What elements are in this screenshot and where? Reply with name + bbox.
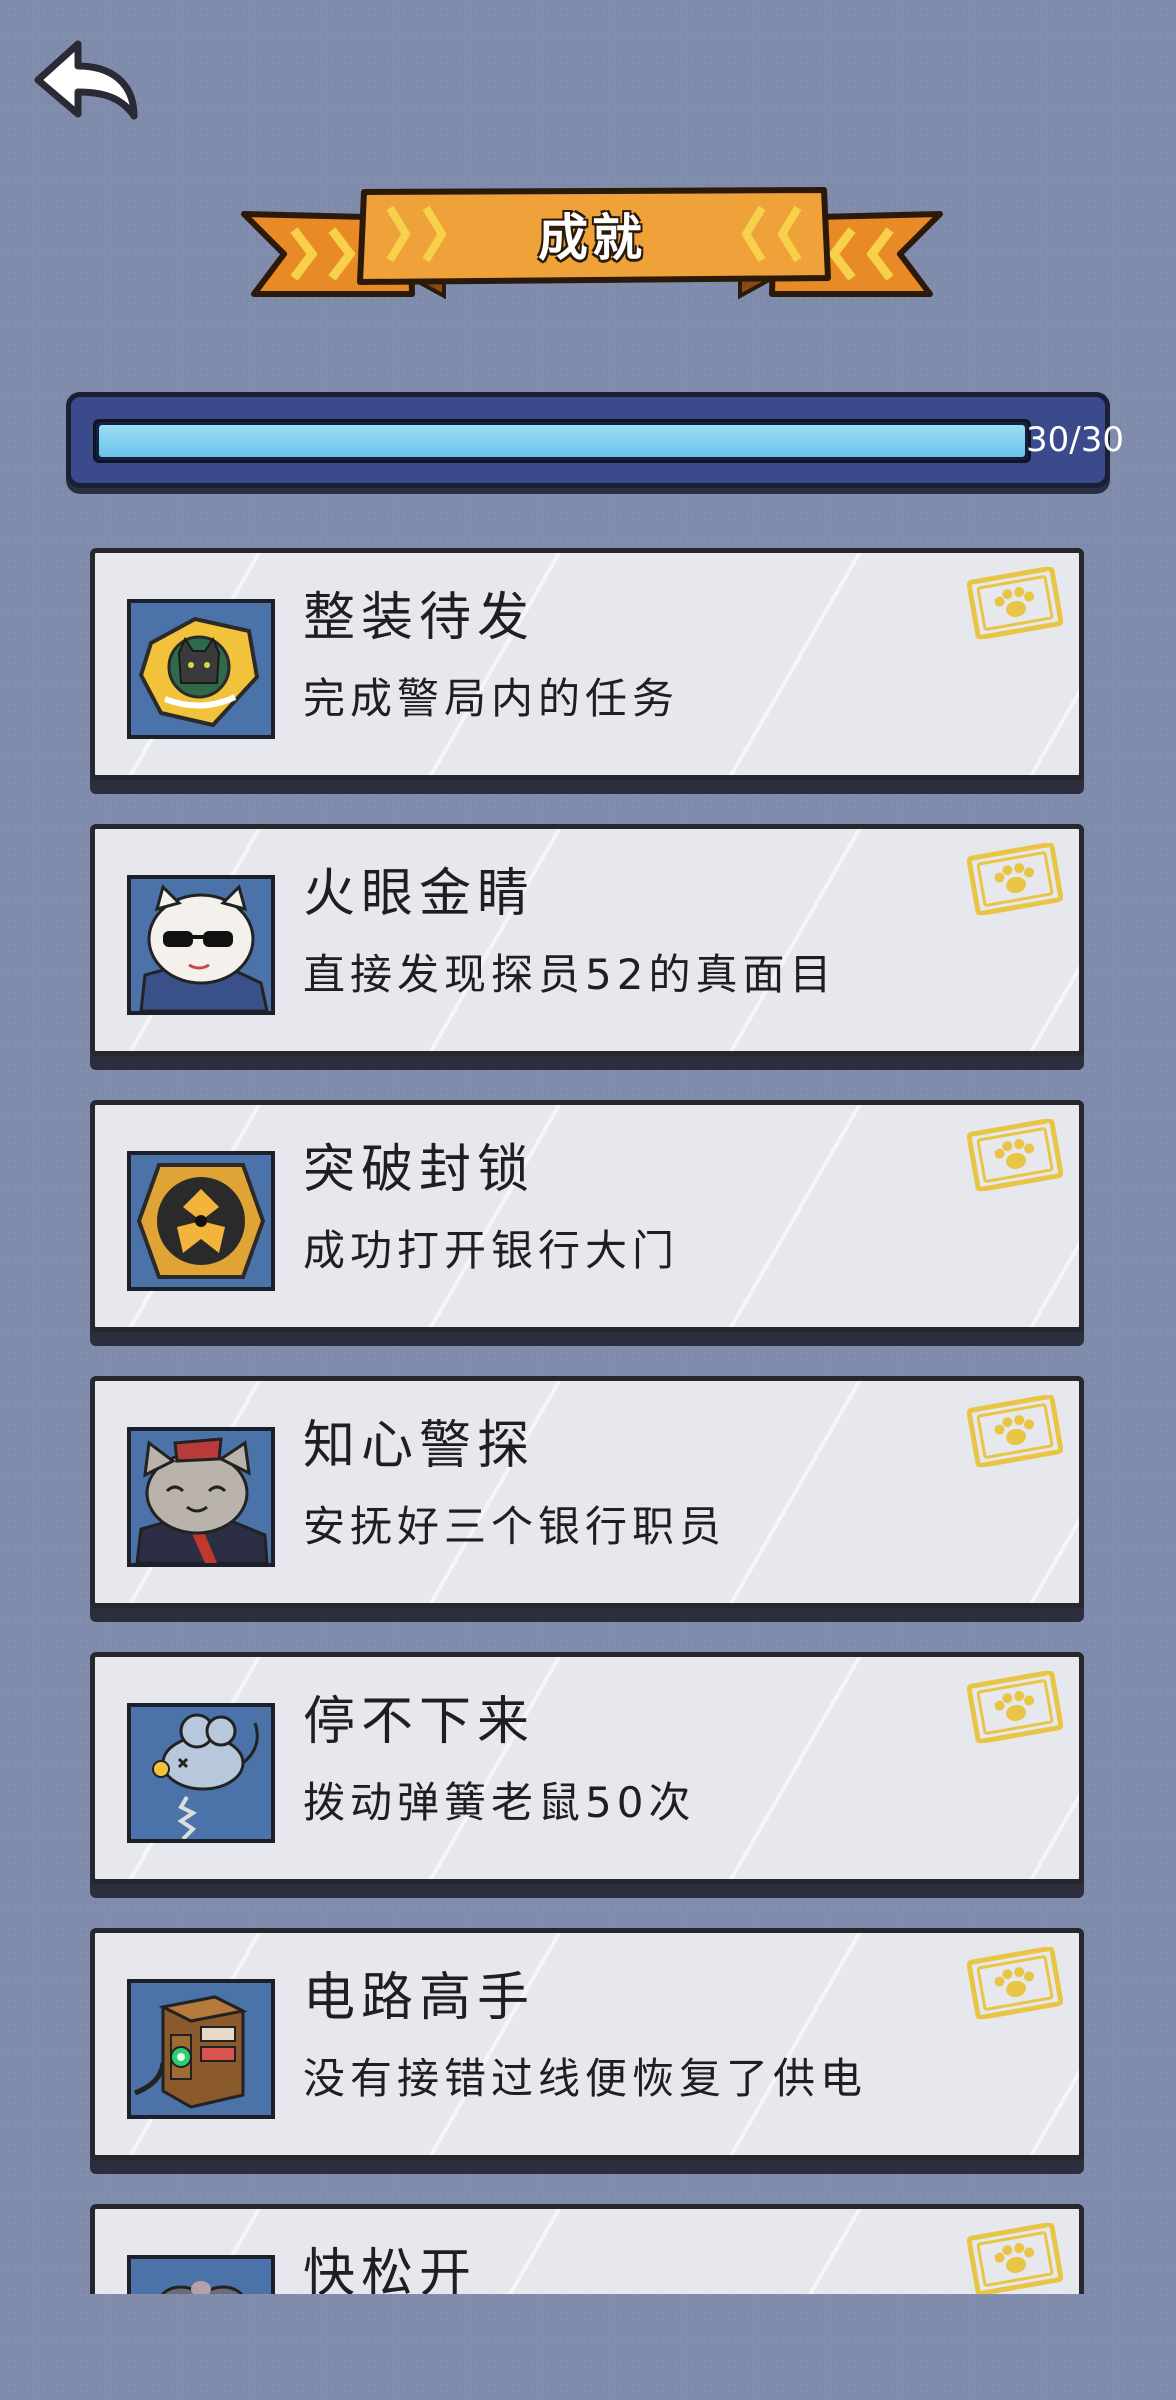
- achievement-description: 拨动弹簧老鼠50次: [303, 1778, 696, 1827]
- sunglasses-cat-icon: [127, 875, 275, 1015]
- paw-stamp-icon: [966, 566, 1064, 640]
- achievement-card[interactable]: 整装待发完成警局内的任务: [90, 548, 1084, 780]
- achievement-description: 完成警局内的任务: [303, 674, 680, 723]
- paw-stamp-icon: [966, 1394, 1064, 1468]
- progress-count: 30/30: [1026, 420, 1124, 460]
- achievement-title: 停不下来: [303, 1692, 536, 1752]
- back-arrow-icon: [34, 40, 138, 120]
- achievement-title: 知心警探: [303, 1416, 536, 1476]
- electric-box-icon: [127, 1979, 275, 2119]
- progress-fill: [99, 425, 1025, 457]
- paw-stamp-icon: [966, 1946, 1064, 2020]
- smiling-cat-clerk-icon: [127, 1427, 275, 1567]
- paw-stamp-icon: [966, 1670, 1064, 1744]
- achievement-card[interactable]: 知心警探安抚好三个银行职员: [90, 1376, 1084, 1608]
- progress-track: [93, 419, 1031, 463]
- achievement-description: 直接发现探员52的真面目: [303, 950, 837, 999]
- back-button[interactable]: [30, 38, 142, 138]
- achievement-title: 突破封锁: [303, 1140, 536, 1200]
- achievement-title: 电路高手: [303, 1968, 536, 2028]
- achievement-description: 没有接错过线便恢复了供电: [303, 2054, 868, 2103]
- achievement-card[interactable]: 电路高手没有接错过线便恢复了供电: [90, 1928, 1084, 2160]
- cat-paw-icon: [127, 2255, 275, 2294]
- achievement-description: 安抚好三个银行职员: [303, 1502, 727, 1551]
- achievement-card[interactable]: 火眼金睛直接发现探员52的真面目: [90, 824, 1084, 1056]
- achievement-description: 成功打开银行大门: [303, 1226, 680, 1275]
- achievement-card[interactable]: 快松开: [90, 2204, 1084, 2294]
- paw-stamp-icon: [966, 2222, 1064, 2294]
- achievement-card[interactable]: 停不下来拨动弹簧老鼠50次: [90, 1652, 1084, 1884]
- achievement-card[interactable]: 突破封锁成功打开银行大门: [90, 1100, 1084, 1332]
- achievement-progress-bar: 30/30: [66, 392, 1124, 488]
- achievement-title: 快松开: [303, 2244, 478, 2294]
- achievement-list[interactable]: 整装待发 完成警局内的任务 火眼金睛 直接发现探员52的真面目 突破封锁 成功打…: [90, 548, 1084, 2294]
- paw-stamp-icon: [966, 842, 1064, 916]
- police-badge-cat-icon: [127, 599, 275, 739]
- title-banner: 成就: [240, 178, 944, 308]
- page-title: 成就: [538, 209, 646, 267]
- vault-lock-icon: [127, 1151, 275, 1291]
- achievement-title: 整装待发: [303, 588, 536, 648]
- achievement-title: 火眼金睛: [303, 864, 536, 924]
- paw-stamp-icon: [966, 1118, 1064, 1192]
- spring-mouse-toy-icon: [127, 1703, 275, 1843]
